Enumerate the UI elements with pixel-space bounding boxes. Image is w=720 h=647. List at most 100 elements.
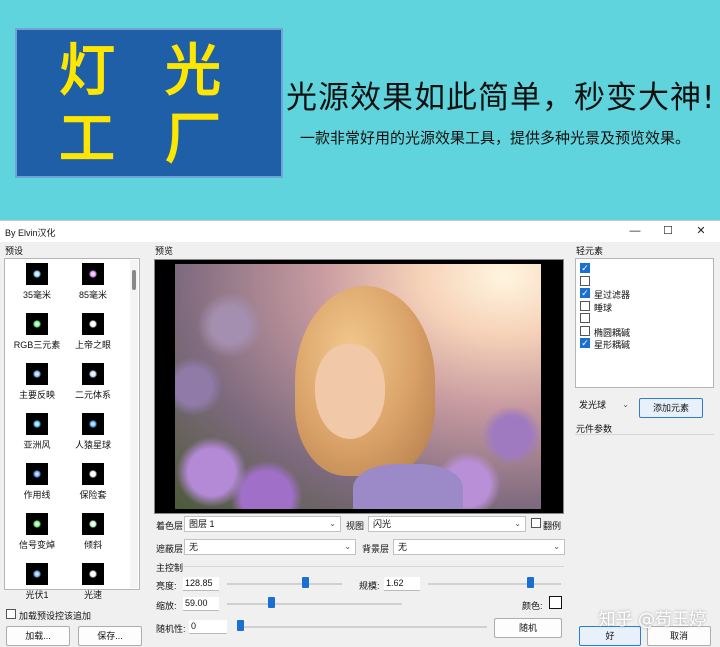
randomness-slider-knob[interactable]: [237, 620, 244, 631]
preset-label: 85毫米: [78, 290, 107, 300]
preset-thumbnail: [26, 313, 48, 335]
background-layer-select[interactable]: 无 ⌄: [393, 539, 565, 555]
preview-label: 预览: [155, 246, 174, 256]
scale-slider[interactable]: [428, 583, 561, 585]
color-layer-label: 着色层: [156, 521, 184, 531]
light-element-row[interactable]: ✓ 星过滤器: [580, 287, 705, 300]
window-title: By Elvin汉化: [5, 228, 56, 238]
random-button[interactable]: 随机: [494, 618, 562, 638]
preset-item[interactable]: 信号变焯: [9, 513, 65, 559]
preset-thumbnail: [82, 413, 104, 435]
photo-girl-face: [315, 344, 385, 439]
element-params-divider: [575, 434, 714, 435]
color-layer-select[interactable]: 图层 1 ⌄: [184, 516, 341, 532]
close-icon[interactable]: ✕: [686, 223, 716, 239]
zoom-slider-knob[interactable]: [267, 597, 275, 608]
light-element-checkbox[interactable]: [580, 300, 590, 311]
append-presets-checkbox[interactable]: [6, 609, 16, 619]
preset-thumbnail: [82, 463, 104, 485]
preset-item[interactable]: 人猿星球: [65, 413, 121, 459]
preset-item[interactable]: 35毫米: [9, 263, 65, 309]
light-element-row[interactable]: ✓ 星形耦碱: [580, 337, 705, 350]
preset-label: 主要反映: [18, 390, 55, 400]
zoom-input[interactable]: 59.00: [183, 597, 219, 611]
color-swatch[interactable]: [549, 596, 562, 609]
scale-slider-knob[interactable]: [527, 577, 535, 588]
light-elements-label: 轻元素: [576, 246, 604, 256]
preset-item[interactable]: RGB三元素: [9, 313, 65, 359]
preset-item[interactable]: 亚洲风: [9, 413, 65, 459]
light-element-row[interactable]: ✓: [580, 262, 705, 274]
zoom-slider[interactable]: [227, 603, 402, 605]
preset-label: 二元体系: [74, 390, 111, 400]
banner-headline: 光源效果如此简单，秒变大神!: [286, 80, 716, 116]
light-element-row[interactable]: [580, 312, 705, 324]
banner-subline: 一款非常好用的光源效果工具，提供多种光景及预览效果。: [300, 129, 691, 147]
scale-input[interactable]: 1.62: [384, 577, 420, 591]
randomness-input[interactable]: 0: [189, 620, 227, 634]
preset-item[interactable]: 保险套: [65, 463, 121, 509]
chevron-down-icon: ⌄: [514, 519, 521, 528]
light-element-checkbox[interactable]: ✓: [580, 263, 590, 273]
preset-label: 光速: [83, 590, 102, 600]
background-layer-value: 无: [398, 542, 408, 552]
light-elements-list[interactable]: ✓ ✓ 星过滤器 睡球 椭圆耦碱 ✓ 星形耦碱: [575, 258, 714, 388]
flip-checkbox[interactable]: [531, 518, 541, 528]
preset-item[interactable]: 85毫米: [65, 263, 121, 309]
preset-item[interactable]: 二元体系: [65, 363, 121, 409]
minimize-icon[interactable]: —: [620, 223, 650, 239]
preset-item[interactable]: 光速: [65, 563, 121, 609]
scrollbar-thumb[interactable]: [132, 270, 136, 290]
preset-thumbnail: [82, 563, 104, 585]
light-element-checkbox[interactable]: [580, 275, 590, 286]
preset-item[interactable]: 作用线: [9, 463, 65, 509]
preset-thumbnail: [26, 513, 48, 535]
light-element-checkbox[interactable]: [580, 325, 590, 336]
flip-label: 翻例: [543, 521, 562, 531]
light-element-checkbox[interactable]: [580, 313, 590, 323]
view-value: 闪光: [373, 519, 392, 529]
color-label: 颜色:: [522, 601, 543, 611]
preset-item[interactable]: 上帝之眼: [65, 313, 121, 359]
light-element-row[interactable]: 睡球: [580, 300, 705, 313]
preset-item[interactable]: 倾斜: [65, 513, 121, 559]
watermark: 知乎 @苟玉婷: [598, 610, 706, 630]
element-type-select[interactable]: 发光球 ⌄: [575, 398, 633, 414]
view-label: 视图: [346, 521, 365, 531]
light-element-checkbox[interactable]: ✓: [580, 338, 590, 348]
brightness-slider[interactable]: [227, 583, 342, 585]
light-element-label: 星形耦碱: [594, 340, 631, 350]
background-layer-label: 背景层: [362, 544, 390, 554]
preset-item[interactable]: 光伏1: [9, 563, 65, 609]
mask-layer-select[interactable]: 无 ⌄: [184, 539, 356, 555]
photo-girl-shirt: [353, 464, 463, 509]
light-element-checkbox[interactable]: ✓: [580, 288, 590, 298]
preset-label: 光伏1: [25, 590, 49, 600]
brightness-slider-knob[interactable]: [302, 577, 309, 588]
mask-layer-value: 无: [189, 542, 199, 552]
view-select[interactable]: 闪光 ⌄: [368, 516, 526, 532]
light-element-row[interactable]: 椭圆耦碱: [580, 325, 705, 338]
zoom-label: 缩放:: [156, 601, 177, 611]
randomness-slider[interactable]: [237, 626, 487, 628]
preset-label: 信号变焯: [18, 540, 55, 550]
maximize-icon[interactable]: ☐: [653, 223, 683, 239]
save-button[interactable]: 保存...: [78, 626, 142, 646]
main-controls-divider: [184, 566, 564, 567]
color-layer-value: 图层 1: [189, 519, 215, 529]
scale-label: 规模:: [359, 581, 380, 591]
presets-scrollbar[interactable]: [130, 260, 138, 588]
light-element-row[interactable]: [580, 275, 705, 287]
preset-thumbnail: [26, 413, 48, 435]
add-element-button[interactable]: 添加元素: [639, 398, 703, 418]
preset-item[interactable]: 主要反映: [9, 363, 65, 409]
load-button[interactable]: 加载...: [6, 626, 70, 646]
preset-thumbnail: [26, 563, 48, 585]
presets-label: 预设: [5, 246, 24, 256]
logo-char-2: 光: [165, 39, 221, 104]
brightness-input[interactable]: 128.85: [183, 577, 219, 591]
preset-label: 保险套: [79, 490, 107, 500]
preview-canvas[interactable]: [154, 259, 564, 514]
title-bar: By Elvin汉化 — ☐ ✕: [0, 221, 720, 242]
presets-list[interactable]: 35毫米 85毫米 RGB三元素 上帝之眼主要反映 二元体系亚洲风 人猿星球 作用线 保险套信…: [4, 258, 140, 600]
